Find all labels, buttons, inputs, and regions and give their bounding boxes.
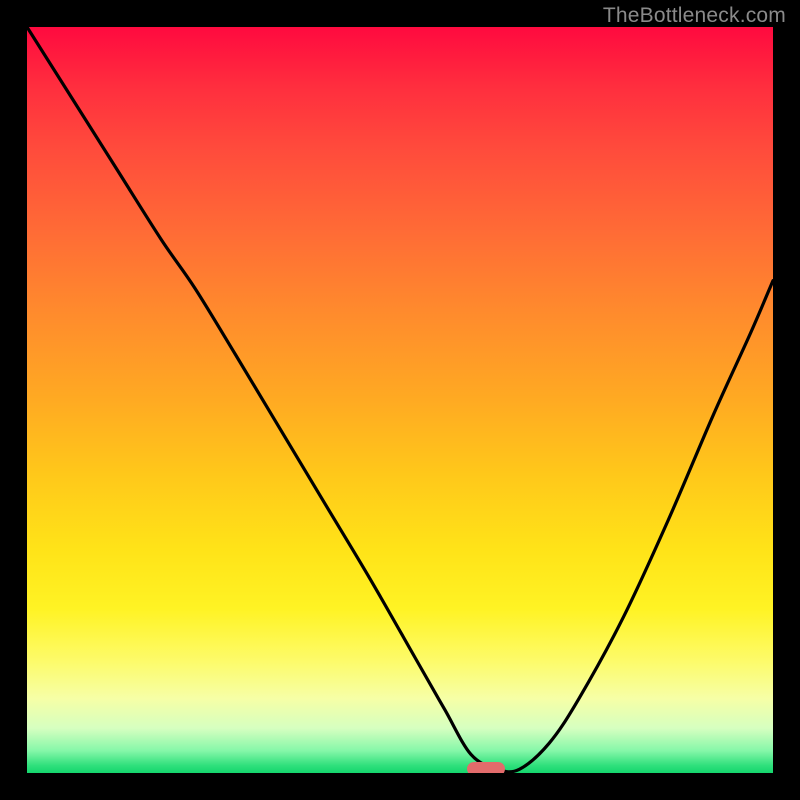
watermark-text: TheBottleneck.com	[603, 4, 786, 28]
plot-area	[27, 27, 773, 773]
chart-frame: TheBottleneck.com	[0, 0, 800, 800]
bottleneck-curve	[27, 27, 773, 773]
optimal-marker	[467, 762, 505, 773]
